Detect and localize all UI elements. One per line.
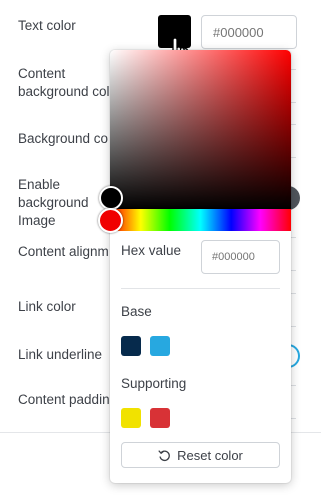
text-color-hex-input[interactable] <box>201 15 297 49</box>
label-text-color: Text color <box>18 18 76 33</box>
hue-slider[interactable] <box>110 209 291 231</box>
base-swatch-navy[interactable] <box>121 336 141 356</box>
reset-color-button[interactable]: Reset color <box>121 442 280 468</box>
saturation-value-handle[interactable] <box>99 186 123 210</box>
label-link-underline: Link underline <box>18 347 103 362</box>
hex-value-input[interactable] <box>201 240 280 274</box>
color-picker-popover: Hex value Base Supporting Reset color <box>110 50 291 483</box>
supporting-swatch-red[interactable] <box>150 408 170 428</box>
supporting-label: Supporting <box>121 376 187 391</box>
hue-slider-handle[interactable] <box>98 208 123 233</box>
supporting-swatch-yellow[interactable] <box>121 408 141 428</box>
undo-icon <box>158 449 170 461</box>
saturation-value-area[interactable] <box>110 50 291 209</box>
label-link-color: Link color <box>18 299 76 314</box>
base-label: Base <box>121 304 152 319</box>
picker-separator <box>121 288 280 289</box>
hex-value-label: Hex value <box>121 243 182 258</box>
label-content-alignment: Content alignm <box>18 244 109 259</box>
base-swatch-blue[interactable] <box>150 336 170 356</box>
label-background-color: Background co <box>18 131 109 146</box>
label-content-padding: Content paddin <box>18 392 110 407</box>
reset-color-label: Reset color <box>177 447 243 463</box>
